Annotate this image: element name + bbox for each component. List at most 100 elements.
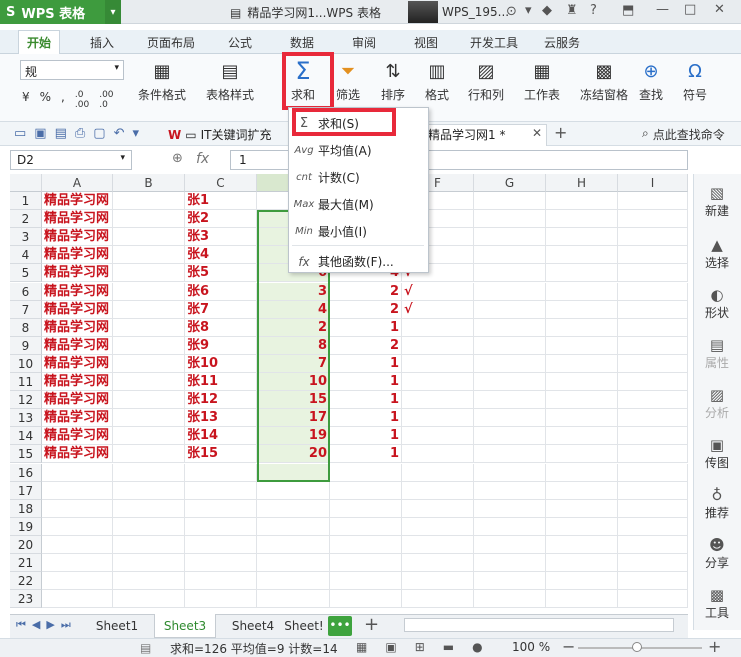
table-cell[interactable] xyxy=(330,517,402,536)
table-cell[interactable] xyxy=(330,499,402,518)
tab-page-layout[interactable]: 页面布局 xyxy=(147,30,195,54)
tab-home[interactable]: 开始 xyxy=(18,30,61,54)
table-cell[interactable] xyxy=(546,300,618,319)
table-cell[interactable] xyxy=(546,246,618,265)
next-sheet-icon[interactable]: ▶ xyxy=(46,618,54,632)
table-cell[interactable] xyxy=(474,590,546,609)
tab-cloud[interactable]: 云服务 xyxy=(544,30,580,54)
pane-tools[interactable]: ▩ 工具 xyxy=(693,586,741,621)
close-icon[interactable]: ✕ xyxy=(714,2,725,17)
table-cell[interactable] xyxy=(618,264,688,283)
table-cell[interactable]: 张8 xyxy=(185,318,257,337)
table-cell[interactable] xyxy=(185,572,257,591)
table-cell[interactable] xyxy=(113,409,185,428)
table-cell[interactable] xyxy=(474,445,546,464)
table-cell[interactable] xyxy=(402,554,474,573)
shield-icon[interactable]: ◆ xyxy=(542,3,552,18)
table-cell[interactable] xyxy=(618,409,688,428)
table-cell[interactable]: 精品学习网 xyxy=(42,246,113,265)
menu-item-count[interactable]: cnt 计数(C) xyxy=(290,164,426,191)
table-cell[interactable] xyxy=(257,554,330,573)
table-cell[interactable]: 2 xyxy=(330,336,402,355)
format-button[interactable]: ▥ 格式 xyxy=(424,58,450,103)
row-header[interactable]: 2 xyxy=(10,210,42,229)
table-cell[interactable]: 张13 xyxy=(185,409,257,428)
table-cell[interactable] xyxy=(402,499,474,518)
table-cell[interactable]: 1 xyxy=(330,445,402,464)
app-menu-button[interactable]: S WPS 表格 ▾ xyxy=(0,0,121,24)
row-header[interactable]: 22 xyxy=(10,572,42,591)
table-cell[interactable] xyxy=(257,499,330,518)
freeze-panes-button[interactable]: ▩ 冻结窗格 xyxy=(580,58,628,103)
table-cell[interactable]: 张7 xyxy=(185,300,257,319)
print-icon[interactable]: ⎙ xyxy=(75,126,85,141)
chevron-down-icon[interactable]: ▾ xyxy=(525,3,532,18)
table-cell[interactable] xyxy=(185,554,257,573)
table-cell[interactable] xyxy=(618,554,688,573)
table-cell[interactable] xyxy=(402,481,474,500)
table-cell[interactable] xyxy=(185,499,257,518)
zoom-slider-thumb[interactable] xyxy=(632,642,642,652)
table-cell[interactable] xyxy=(618,499,688,518)
table-cell[interactable] xyxy=(402,517,474,536)
page-break-view-icon[interactable]: ⊞ xyxy=(415,640,425,654)
table-cell[interactable] xyxy=(113,210,185,229)
table-cell[interactable] xyxy=(618,210,688,229)
table-cell[interactable] xyxy=(546,517,618,536)
table-cell[interactable] xyxy=(330,535,402,554)
table-cell[interactable] xyxy=(546,427,618,446)
table-cell[interactable] xyxy=(474,409,546,428)
table-cell[interactable]: 张6 xyxy=(185,282,257,301)
worksheet-button[interactable]: ▦ 工作表 xyxy=(524,58,560,103)
table-cell[interactable] xyxy=(546,228,618,247)
table-cell[interactable] xyxy=(113,463,185,482)
table-cell[interactable]: 张1 xyxy=(185,192,257,211)
save-icon[interactable]: ▣ xyxy=(34,126,46,141)
table-cell[interactable] xyxy=(618,354,688,373)
table-cell[interactable] xyxy=(402,463,474,482)
row-col-button[interactable]: ▨ 行和列 xyxy=(468,58,504,103)
row-header[interactable]: 17 xyxy=(10,481,42,500)
table-cell[interactable]: 精品学习网 xyxy=(42,409,113,428)
menu-item-min[interactable]: Min 最小值(I) xyxy=(290,218,426,245)
table-cell[interactable] xyxy=(402,590,474,609)
quick-access-toolbar[interactable]: ▭ ▣ ▤ ⎙ ▢ ↶ ▾ xyxy=(14,126,139,141)
table-cell[interactable]: 张5 xyxy=(185,264,257,283)
chevron-down-icon[interactable]: ▾ xyxy=(105,0,121,24)
table-cell[interactable] xyxy=(257,517,330,536)
table-cell[interactable]: 张14 xyxy=(185,427,257,446)
table-cell[interactable] xyxy=(113,373,185,392)
table-style-button[interactable]: ▤ 表格样式 xyxy=(206,58,254,103)
avatar[interactable] xyxy=(408,1,438,23)
symbol-button[interactable]: Ω 符号 xyxy=(682,58,708,103)
col-header-i[interactable]: I xyxy=(618,174,688,192)
add-tab-icon[interactable]: + xyxy=(554,123,567,142)
reading-mode-icon[interactable]: ▬ xyxy=(443,640,454,654)
col-header-h[interactable]: H xyxy=(546,174,618,192)
table-cell[interactable] xyxy=(618,228,688,247)
table-cell[interactable] xyxy=(42,517,113,536)
page-layout-view-icon[interactable]: ▣ xyxy=(385,640,396,654)
table-cell[interactable] xyxy=(402,391,474,410)
table-cell[interactable] xyxy=(113,391,185,410)
pane-new[interactable]: ▧ 新建 xyxy=(693,184,741,219)
table-cell[interactable] xyxy=(402,318,474,337)
sheet-tab-1[interactable]: Sheet1 xyxy=(86,614,148,638)
table-cell[interactable] xyxy=(113,481,185,500)
table-cell[interactable] xyxy=(113,228,185,247)
table-cell[interactable]: 1 xyxy=(330,354,402,373)
row-header[interactable]: 20 xyxy=(10,535,42,554)
table-cell[interactable] xyxy=(113,590,185,609)
tab-data[interactable]: 数据 xyxy=(290,30,314,54)
view-buttons[interactable]: ▦ ▣ ⊞ ▬ ● xyxy=(356,640,483,654)
table-cell[interactable] xyxy=(113,554,185,573)
shirt-icon[interactable]: ♜ xyxy=(566,3,578,18)
table-cell[interactable] xyxy=(113,572,185,591)
table-cell[interactable]: 1 xyxy=(330,427,402,446)
table-cell[interactable] xyxy=(474,246,546,265)
table-cell[interactable] xyxy=(113,318,185,337)
table-cell[interactable] xyxy=(42,572,113,591)
table-cell[interactable] xyxy=(474,463,546,482)
table-cell[interactable] xyxy=(546,572,618,591)
table-cell[interactable] xyxy=(474,572,546,591)
